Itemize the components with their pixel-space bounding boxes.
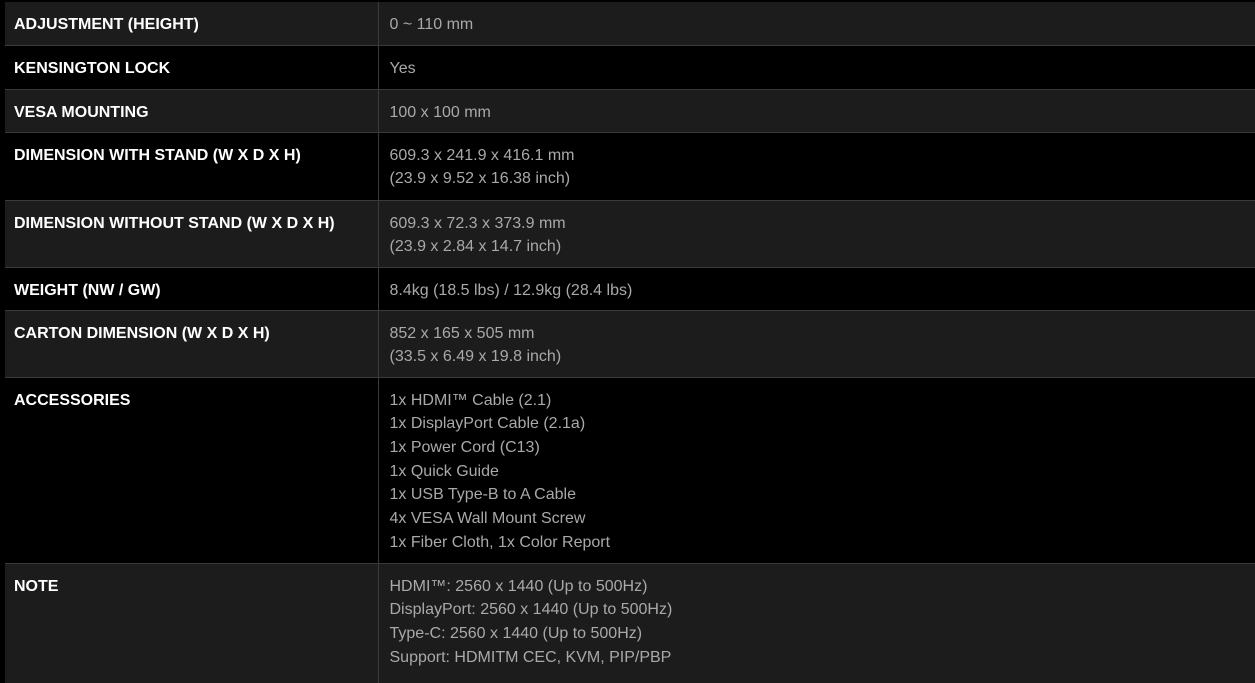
spec-value-line: 1x HDMI™ Cable (2.1) — [390, 389, 1255, 413]
spec-value: Yes — [378, 45, 1255, 89]
spec-value: 609.3 x 72.3 x 373.9 mm (23.9 x 2.84 x 1… — [378, 200, 1255, 267]
spec-value-line: 8.4kg (18.5 lbs) / 12.9kg (28.4 lbs) — [390, 279, 1255, 303]
spec-value-line: 609.3 x 72.3 x 373.9 mm — [390, 212, 1255, 236]
spec-value: 0 ~ 110 mm — [378, 2, 1255, 45]
spec-label: WEIGHT (NW / GW) — [5, 267, 378, 310]
spec-value-line: 852 x 165 x 505 mm — [390, 322, 1255, 346]
spec-value: 852 x 165 x 505 mm (33.5 x 6.49 x 19.8 i… — [378, 310, 1255, 377]
spec-row-note: NOTE HDMI™: 2560 x 1440 (Up to 500Hz) Di… — [5, 563, 1255, 683]
spec-value-line: 0 ~ 110 mm — [390, 13, 1255, 37]
spec-value-line: (33.5 x 6.49 x 19.8 inch) — [390, 345, 1255, 369]
spec-label: ADJUSTMENT (HEIGHT) — [5, 2, 378, 45]
spec-value: 100 x 100 mm — [378, 89, 1255, 132]
spec-value-line: 1x Fiber Cloth, 1x Color Report — [390, 531, 1255, 555]
spec-value-line: 4x VESA Wall Mount Screw — [390, 507, 1255, 531]
spec-value: 609.3 x 241.9 x 416.1 mm (23.9 x 9.52 x … — [378, 132, 1255, 200]
spec-row-weight: WEIGHT (NW / GW) 8.4kg (18.5 lbs) / 12.9… — [5, 267, 1255, 310]
spec-value-line: 1x Power Cord (C13) — [390, 436, 1255, 460]
spec-label: KENSINGTON LOCK — [5, 45, 378, 89]
spec-row-dimension-with-stand: DIMENSION WITH STAND (W X D X H) 609.3 x… — [5, 132, 1255, 200]
spec-label: NOTE — [5, 563, 378, 683]
spec-value-line: DisplayPort: 2560 x 1440 (Up to 500Hz) — [390, 598, 1255, 622]
spec-label: VESA MOUNTING — [5, 89, 378, 132]
spec-value-line: 609.3 x 241.9 x 416.1 mm — [390, 144, 1255, 168]
spec-value-line: 100 x 100 mm — [390, 101, 1255, 125]
spec-label: DIMENSION WITHOUT STAND (W X D X H) — [5, 200, 378, 267]
spec-value-line: (23.9 x 9.52 x 16.38 inch) — [390, 167, 1255, 191]
spec-row-carton-dimension: CARTON DIMENSION (W X D X H) 852 x 165 x… — [5, 310, 1255, 377]
spec-row-adjustment-height: ADJUSTMENT (HEIGHT) 0 ~ 110 mm — [5, 2, 1255, 45]
spec-row-vesa-mounting: VESA MOUNTING 100 x 100 mm — [5, 89, 1255, 132]
spec-value-line: 1x Quick Guide — [390, 460, 1255, 484]
spec-value-line: 1x DisplayPort Cable (2.1a) — [390, 412, 1255, 436]
spec-value: 8.4kg (18.5 lbs) / 12.9kg (28.4 lbs) — [378, 267, 1255, 310]
spec-row-kensington-lock: KENSINGTON LOCK Yes — [5, 45, 1255, 89]
spec-label: CARTON DIMENSION (W X D X H) — [5, 310, 378, 377]
spec-value-line: Support: HDMITM CEC, KVM, PIP/PBP — [390, 646, 1255, 670]
spec-value-line: Yes — [390, 57, 1255, 81]
spec-row-dimension-without-stand: DIMENSION WITHOUT STAND (W X D X H) 609.… — [5, 200, 1255, 267]
spec-value: 1x HDMI™ Cable (2.1) 1x DisplayPort Cabl… — [378, 377, 1255, 563]
spec-value: HDMI™: 2560 x 1440 (Up to 500Hz) Display… — [378, 563, 1255, 683]
spec-label: ACCESSORIES — [5, 377, 378, 563]
spec-value-line: Type-C: 2560 x 1440 (Up to 500Hz) — [390, 622, 1255, 646]
spec-value-line: (23.9 x 2.84 x 14.7 inch) — [390, 235, 1255, 259]
spec-value-line: HDMI™: 2560 x 1440 (Up to 500Hz) — [390, 575, 1255, 599]
spec-table: ADJUSTMENT (HEIGHT) 0 ~ 110 mm KENSINGTO… — [5, 2, 1255, 683]
spec-row-accessories: ACCESSORIES 1x HDMI™ Cable (2.1) 1x Disp… — [5, 377, 1255, 563]
spec-label: DIMENSION WITH STAND (W X D X H) — [5, 132, 378, 200]
spec-value-line: 1x USB Type-B to A Cable — [390, 483, 1255, 507]
